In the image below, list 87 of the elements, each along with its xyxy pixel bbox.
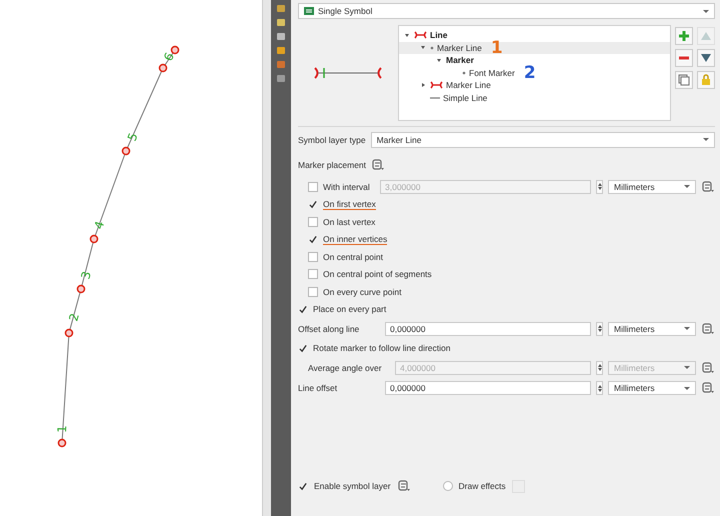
handwritten-number: 1 [490, 42, 503, 54]
unit-dropdown[interactable]: Millimeters [608, 381, 696, 396]
add-icon [677, 29, 691, 43]
checkbox[interactable] [298, 481, 308, 491]
vertex-label: 6 [161, 50, 177, 64]
checkbox-label: On last vertex [323, 216, 376, 227]
dot-icon [462, 70, 466, 75]
layer-label: Line [430, 30, 448, 40]
layer-label: Marker Line [437, 42, 482, 53]
lock-icon [699, 73, 713, 87]
duplicate-button[interactable] [675, 71, 693, 89]
checkbox[interactable] [308, 234, 318, 244]
tree-row[interactable]: Font Marker 2 [399, 66, 670, 79]
checkbox[interactable] [308, 286, 318, 297]
vertex-marker [122, 146, 130, 156]
renderer-dropdown[interactable]: Single Symbol [298, 3, 715, 19]
section-label: Marker placement [298, 160, 366, 170]
data-defined-icon[interactable] [701, 322, 715, 335]
checkbox-label: Rotate marker to follow line direction [313, 343, 450, 354]
vertex-label: 4 [92, 219, 108, 231]
vertex-label: 1 [55, 424, 70, 434]
checkbox[interactable] [298, 304, 308, 314]
add-button[interactable] [675, 27, 693, 45]
spin-icon[interactable] [596, 180, 603, 194]
layer-label: Simple Line [443, 92, 488, 103]
tree-row[interactable]: Marker Line [399, 79, 670, 92]
data-defined-icon[interactable] [396, 480, 411, 492]
line-symbol-icon [430, 81, 443, 90]
vertex-marker [76, 284, 86, 294]
checkbox[interactable] [308, 199, 318, 210]
vertex-label: 3 [78, 270, 94, 281]
vertex-label: 5 [124, 130, 141, 144]
checkbox[interactable] [298, 343, 308, 354]
vertex-marker [170, 46, 180, 54]
number-field[interactable]: 0,000000 [385, 322, 591, 336]
data-defined-icon[interactable] [701, 180, 715, 193]
vertex-marker [64, 328, 74, 338]
expand-arrow-icon[interactable] [437, 58, 441, 62]
layer-label: Marker [446, 55, 474, 66]
spin-icon[interactable] [596, 360, 603, 375]
layer-label: Marker Line [446, 80, 491, 90]
move-down-button[interactable] [697, 49, 715, 67]
tree-row[interactable]: Marker Line 1 [399, 42, 670, 54]
checkbox-label: On inner vertices [323, 234, 388, 245]
expand-arrow-icon[interactable] [421, 46, 425, 50]
layer-type-dropdown[interactable]: Marker Line [370, 132, 715, 148]
checkbox-label: On every curve point [323, 286, 402, 297]
number-field[interactable]: 0,000000 [385, 381, 591, 396]
spin-icon[interactable] [596, 322, 603, 336]
expand-arrow-icon[interactable] [405, 34, 409, 37]
checkbox-label: On central point [323, 252, 384, 262]
tree-row[interactable]: Simple Line [399, 92, 670, 104]
field-label: Offset along line [298, 324, 360, 334]
checkbox[interactable] [308, 216, 318, 227]
data-defined-icon[interactable] [371, 159, 386, 172]
vertex-label: 2 [66, 312, 82, 323]
checkbox-label: On first vertex [323, 198, 376, 210]
field-label: Symbol layer type [298, 134, 366, 145]
layer-label: Font Marker [469, 68, 515, 78]
data-defined-icon[interactable] [701, 362, 715, 374]
data-defined-icon[interactable] [701, 382, 715, 394]
spin-icon[interactable] [596, 381, 603, 396]
checkbox[interactable] [308, 252, 318, 262]
vertex-marker [158, 64, 168, 72]
duplicate-icon [677, 73, 691, 87]
tree-row[interactable]: Marker [399, 54, 670, 66]
remove-button[interactable] [675, 49, 693, 67]
line-icon [430, 96, 440, 100]
checkbox-label: Draw effects [458, 481, 506, 491]
line-symbol-icon [414, 31, 427, 40]
field-label: Line offset [298, 383, 338, 394]
checkbox-label: With interval [323, 182, 371, 192]
checkbox-label: Enable symbol layer [314, 481, 391, 491]
draw-effects-checkbox[interactable] [442, 481, 453, 491]
field-label: Average angle over [308, 362, 383, 373]
dot-icon [430, 46, 434, 50]
symbol-preview-drawing [313, 65, 383, 81]
checkbox-label: On central point of segments [323, 269, 432, 280]
vertex-marker [58, 438, 66, 448]
checkbox-label: Place on every part [313, 304, 386, 314]
checkbox[interactable] [308, 269, 318, 280]
tree-row[interactable]: Line [399, 29, 670, 42]
unit-dropdown[interactable]: Millimeters [608, 322, 696, 336]
vertex-marker [90, 234, 98, 244]
handwritten-number: 2 [524, 66, 536, 79]
symbol-icon [304, 6, 314, 16]
expand-arrow-icon[interactable] [422, 83, 424, 88]
